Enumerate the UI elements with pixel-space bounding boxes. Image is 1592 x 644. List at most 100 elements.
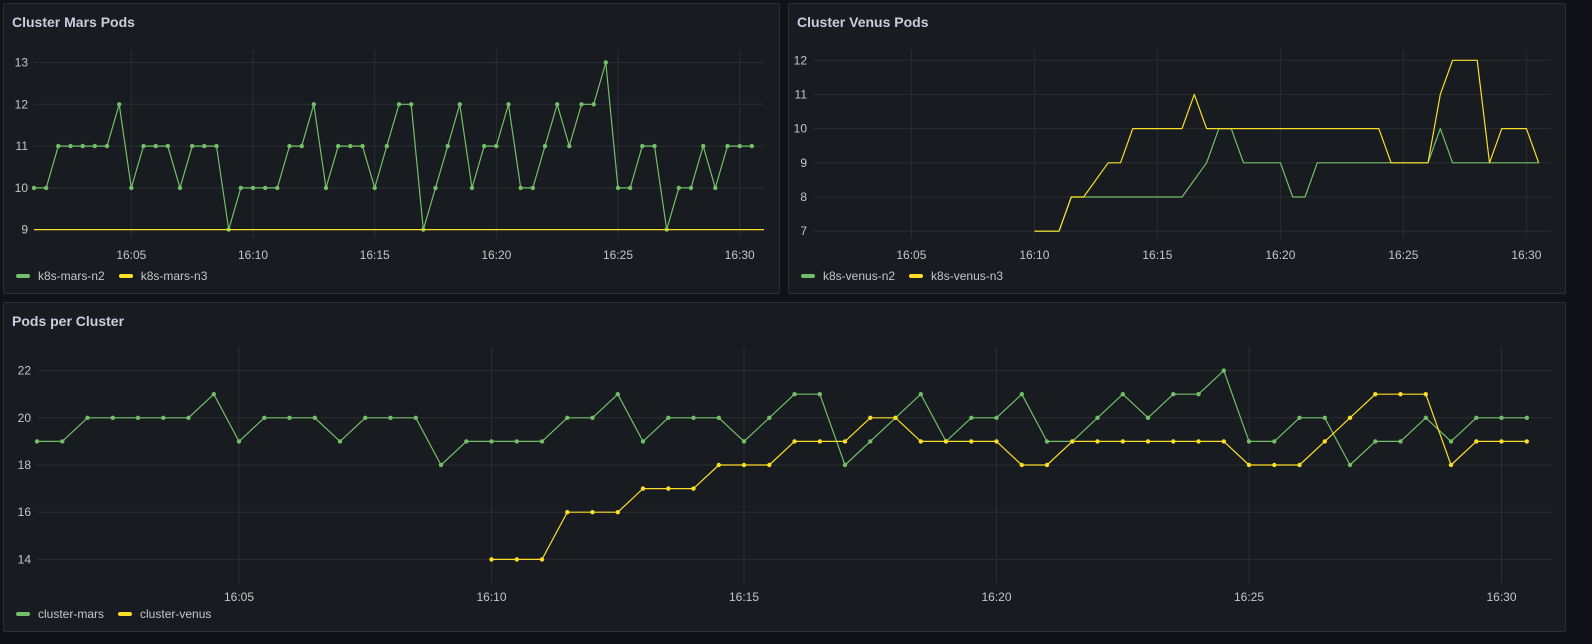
legend-label: cluster-venus [140, 607, 212, 621]
data-point-cluster-venus [1272, 462, 1277, 468]
data-point-k8s-mars-n2 [117, 102, 122, 107]
data-point-cluster-mars [1499, 415, 1504, 420]
data-point-cluster-mars [161, 415, 166, 420]
data-point-cluster-mars [792, 392, 797, 397]
data-point-cluster-venus [1196, 439, 1201, 444]
data-point-cluster-mars [514, 439, 519, 444]
legend: k8s-venus-n2 k8s-venus-n3 [801, 269, 1003, 283]
legend-swatch-yellow [909, 274, 924, 278]
data-point-k8s-mars-n2 [457, 102, 462, 107]
data-point-cluster-venus [1499, 439, 1504, 444]
data-point-cluster-mars [1347, 462, 1353, 468]
data-point-cluster-venus [994, 439, 999, 444]
legend-item-cluster-mars[interactable]: cluster-mars [16, 607, 104, 621]
x-tick-label: 16:30 [1486, 590, 1516, 604]
data-point-cluster-mars [1524, 415, 1530, 420]
series-line-k8s-venus-n2 [1034, 128, 1539, 232]
data-point-cluster-mars [1171, 392, 1176, 397]
data-point-k8s-mars-n2 [177, 185, 183, 191]
data-point-cluster-venus [716, 462, 721, 468]
x-tick-label: 16:05 [896, 248, 926, 262]
x-tick-label: 16:25 [1388, 248, 1418, 262]
data-point-cluster-mars [969, 415, 974, 420]
data-point-cluster-venus [1373, 392, 1378, 397]
data-point-k8s-mars-n2 [701, 143, 706, 149]
data-point-k8s-mars-n2 [542, 143, 548, 149]
data-point-cluster-venus [615, 510, 620, 515]
data-point-cluster-mars [918, 392, 923, 397]
legend-item-k8s-venus-n2[interactable]: k8s-venus-n2 [801, 269, 895, 283]
legend-item-cluster-venus[interactable]: cluster-venus [118, 607, 211, 621]
data-point-k8s-mars-n2 [628, 185, 633, 191]
data-point-cluster-mars [211, 392, 216, 397]
x-tick-label: 16:30 [725, 248, 755, 262]
data-point-cluster-venus [741, 462, 747, 468]
y-tick-label: 12 [15, 97, 29, 111]
data-point-cluster-venus [1524, 439, 1530, 444]
data-point-cluster-venus [1070, 439, 1075, 444]
data-point-k8s-mars-n2 [676, 185, 681, 191]
y-tick-label: 10 [15, 181, 29, 195]
data-point-cluster-venus [918, 439, 923, 444]
data-point-k8s-mars-n2 [652, 143, 657, 149]
data-point-cluster-venus [842, 439, 848, 444]
data-point-k8s-mars-n2 [202, 143, 207, 149]
legend-label: k8s-venus-n3 [931, 269, 1004, 283]
data-point-cluster-mars [1196, 392, 1201, 397]
data-point-cluster-mars [135, 415, 141, 420]
data-point-cluster-mars [590, 415, 595, 420]
data-point-k8s-mars-n2 [469, 185, 475, 191]
x-tick-label: 16:10 [238, 248, 268, 262]
data-point-cluster-mars [1246, 439, 1252, 444]
legend-swatch-green [801, 274, 815, 278]
legend-label: cluster-mars [38, 607, 105, 621]
chart-cluster-mars-pods[interactable]: 9 10 11 12 13 16:05 16:10 16:15 16:20 16:25 16:30 [4, 4, 781, 295]
x-tick-label: 16:05 [224, 590, 254, 604]
data-point-k8s-mars-n2 [275, 185, 280, 191]
data-point-cluster-venus [1171, 439, 1176, 444]
data-point-k8s-mars-n2 [433, 185, 438, 191]
data-point-k8s-mars-n2 [384, 143, 389, 149]
x-tick-label: 16:05 [116, 248, 146, 262]
data-point-cluster-mars [1398, 439, 1403, 444]
data-point-k8s-mars-n2 [336, 143, 341, 149]
legend-label: k8s-mars-n2 [38, 269, 105, 283]
legend-label: k8s-venus-n2 [823, 269, 896, 283]
data-point-cluster-mars [312, 415, 317, 420]
y-tick-label: 11 [795, 87, 808, 101]
data-point-cluster-mars [438, 462, 444, 468]
y-tick-label: 13 [15, 56, 29, 70]
data-point-k8s-mars-n2 [579, 102, 584, 107]
data-point-cluster-mars [1221, 368, 1227, 373]
data-point-k8s-mars-n2 [409, 102, 414, 107]
data-point-cluster-mars [262, 415, 267, 420]
data-point-cluster-venus [893, 415, 898, 420]
y-tick-label: 8 [800, 190, 807, 204]
data-point-cluster-venus [1297, 462, 1302, 468]
legend-item-k8s-venus-n3[interactable]: k8s-venus-n3 [909, 269, 1003, 283]
legend-item-k8s-mars-n2[interactable]: k8s-mars-n2 [16, 269, 105, 283]
legend-swatch-green [16, 274, 30, 278]
x-tick-label: 16:25 [1234, 590, 1264, 604]
series-line-k8s-venus-n3 [1034, 59, 1540, 232]
data-point-cluster-venus [1398, 392, 1403, 397]
data-point-cluster-mars [186, 415, 191, 420]
data-point-cluster-venus [565, 510, 570, 515]
legend-swatch-green [16, 612, 30, 616]
data-point-cluster-venus [1322, 439, 1328, 444]
x-tick-label: 16:30 [1511, 248, 1541, 262]
data-point-k8s-mars-n2 [749, 143, 754, 149]
chart-cluster-venus-pods[interactable]: 7 8 9 10 11 12 16:05 16:10 16:15 16:20 16:25 16:30 [789, 4, 1567, 295]
panel-cluster-venus-pods: Cluster Venus Pods 7 8 9 10 11 12 16:05 16:10 16… [788, 3, 1566, 294]
data-point-cluster-mars [489, 439, 494, 444]
data-point-k8s-mars-n2 [445, 143, 450, 149]
legend-item-k8s-mars-n3[interactable]: k8s-mars-n3 [118, 269, 208, 283]
data-point-cluster-venus [1448, 462, 1454, 468]
panel-cluster-mars-pods: Cluster Mars Pods 9 10 11 12 13 16:05 16:10 16:… [3, 3, 780, 294]
data-point-k8s-mars-n2 [153, 143, 158, 149]
data-point-cluster-mars [236, 439, 242, 444]
data-point-cluster-mars [464, 439, 469, 444]
x-tick-label: 16:25 [603, 248, 633, 262]
legend-label: k8s-mars-n3 [140, 269, 208, 283]
chart-pods-per-cluster[interactable]: 14 16 18 20 22 16:05 16:10 16:15 16:20 16:25 16:30 [4, 303, 1567, 633]
